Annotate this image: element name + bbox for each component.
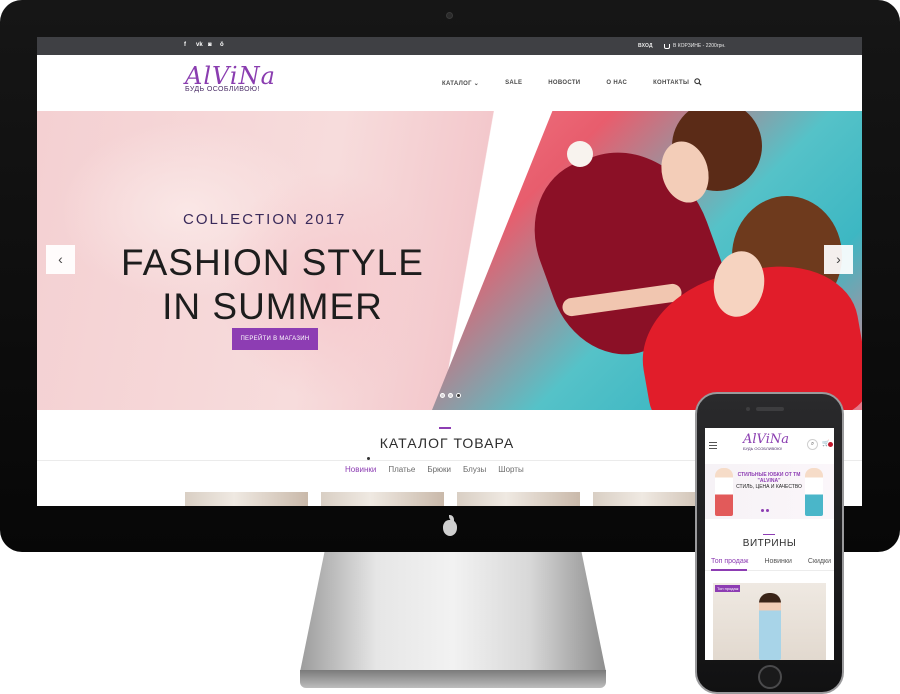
- cart-summary: В КОРЗИНЕ - 2200грн.: [673, 43, 726, 49]
- vk-icon[interactable]: vk: [196, 42, 203, 49]
- camera-icon: [446, 12, 453, 19]
- catalog-tabs: Новинки Платье Брюки Блузы Шорты: [345, 465, 524, 474]
- nav-item-sale[interactable]: SALE: [505, 80, 522, 87]
- tab-top-sales[interactable]: Топ продаж: [711, 558, 748, 565]
- hero-photo: [432, 111, 862, 410]
- odnoklassniki-icon[interactable]: ǒ: [220, 42, 226, 49]
- device-mockup: f vk ◙ ǒ ВХОД В КОРЗИНЕ - 2200грн. AlViN…: [0, 0, 900, 694]
- slider-dots: [440, 393, 461, 398]
- speaker: [756, 407, 784, 411]
- home-button[interactable]: [758, 665, 782, 689]
- social-links: f vk ◙ ǒ: [184, 42, 226, 49]
- product-card[interactable]: [321, 492, 444, 506]
- imac-stand: [300, 552, 606, 694]
- tab-shorts[interactable]: Шорты: [498, 465, 523, 474]
- nav-item-news[interactable]: НОВОСТИ: [548, 80, 580, 87]
- product-card[interactable]: [185, 492, 308, 506]
- hero-slider: COLLECTION 2017 FASHION STYLE IN SUMMER …: [37, 111, 862, 410]
- tab-new[interactable]: Новинки: [764, 558, 791, 565]
- mobile-logo[interactable]: AlViNa БУДЬ ОСОБЛИВОЮ!: [743, 433, 789, 452]
- product-card[interactable]: [457, 492, 580, 506]
- cart-icon: [664, 43, 670, 49]
- site-header: AlViNa БУДЬ ОСОБЛИВОЮ! КАТАЛОГ ⌄ SALE НО…: [37, 55, 862, 111]
- hero-subtitle: COLLECTION 2017: [183, 211, 347, 228]
- tab-new[interactable]: Новинки: [345, 465, 376, 474]
- catalog-title: КАТАЛОГ ТОВАРА: [379, 435, 515, 451]
- top-bar: f vk ◙ ǒ ВХОД В КОРЗИНЕ - 2200грн.: [37, 37, 862, 55]
- banner-subline: СТИЛЬ, ЦЕНА И КАЧЕСТВО: [736, 484, 802, 490]
- mobile-screen: AlViNa БУДЬ ОСОБЛИВОЮ! ⌕ 🛒 СТИЛЬНЫЕ ЮБКИ…: [705, 428, 834, 660]
- instagram-icon[interactable]: ◙: [208, 42, 214, 49]
- product-badge: Топ продаж: [715, 585, 741, 592]
- mobile-banner[interactable]: СТИЛЬНЫЕ ЮБКИ ОТ ТМ "ALVINA" СТИЛЬ, ЦЕНА…: [705, 464, 834, 519]
- go-to-shop-button[interactable]: ПЕРЕЙТИ В МАГАЗИН: [232, 328, 318, 350]
- hamburger-menu-icon[interactable]: [709, 442, 717, 449]
- nav-item-about[interactable]: О НАС: [606, 80, 627, 87]
- iphone-frame: AlViNa БУДЬ ОСОБЛИВОЮ! ⌕ 🛒 СТИЛЬНЫЕ ЮБКИ…: [695, 392, 844, 694]
- slide-dot-active[interactable]: [456, 393, 461, 398]
- showcase-title: ВИТРИНЫ: [742, 538, 797, 549]
- banner-dots: [761, 509, 769, 512]
- hero-title: FASHION STYLE IN SUMMER: [121, 242, 424, 327]
- prev-slide-button[interactable]: ‹: [46, 245, 75, 274]
- tab-discounts[interactable]: Скидки: [808, 558, 831, 565]
- cart-link[interactable]: В КОРЗИНЕ - 2200грн.: [664, 43, 726, 49]
- login-link[interactable]: ВХОД: [638, 43, 653, 49]
- site-logo[interactable]: AlViNa БУДЬ ОСОБЛИВОЮ!: [185, 63, 276, 93]
- slide-dot[interactable]: [448, 393, 453, 398]
- slide-dot[interactable]: [440, 393, 445, 398]
- tab-blouses[interactable]: Блузы: [463, 465, 486, 474]
- product-grid: [185, 492, 716, 506]
- tab-dresses[interactable]: Платье: [388, 465, 415, 474]
- next-slide-button[interactable]: ›: [824, 245, 853, 274]
- search-icon[interactable]: [694, 78, 702, 86]
- front-camera-icon: [746, 407, 750, 411]
- apple-logo-icon: [440, 515, 460, 538]
- search-icon[interactable]: ⌕: [807, 439, 818, 450]
- chevron-down-icon: ⌄: [473, 81, 480, 87]
- product-card[interactable]: Топ продаж: [713, 583, 826, 660]
- section-divider: [763, 534, 775, 535]
- section-divider: [439, 427, 451, 429]
- cart-badge: [828, 442, 833, 447]
- showcase-tabs: Топ продаж Новинки Скидки: [711, 558, 831, 565]
- tab-trousers[interactable]: Брюки: [427, 465, 451, 474]
- nav-item-contacts[interactable]: КОНТАКТЫ: [653, 80, 689, 87]
- nav-item-catalog[interactable]: КАТАЛОГ ⌄: [442, 80, 479, 87]
- banner-headline: СТИЛЬНЫЕ ЮБКИ ОТ ТМ "ALVINA": [737, 472, 801, 484]
- main-nav: КАТАЛОГ ⌄ SALE НОВОСТИ О НАС КОНТАКТЫ: [442, 78, 715, 87]
- facebook-icon[interactable]: f: [184, 42, 190, 49]
